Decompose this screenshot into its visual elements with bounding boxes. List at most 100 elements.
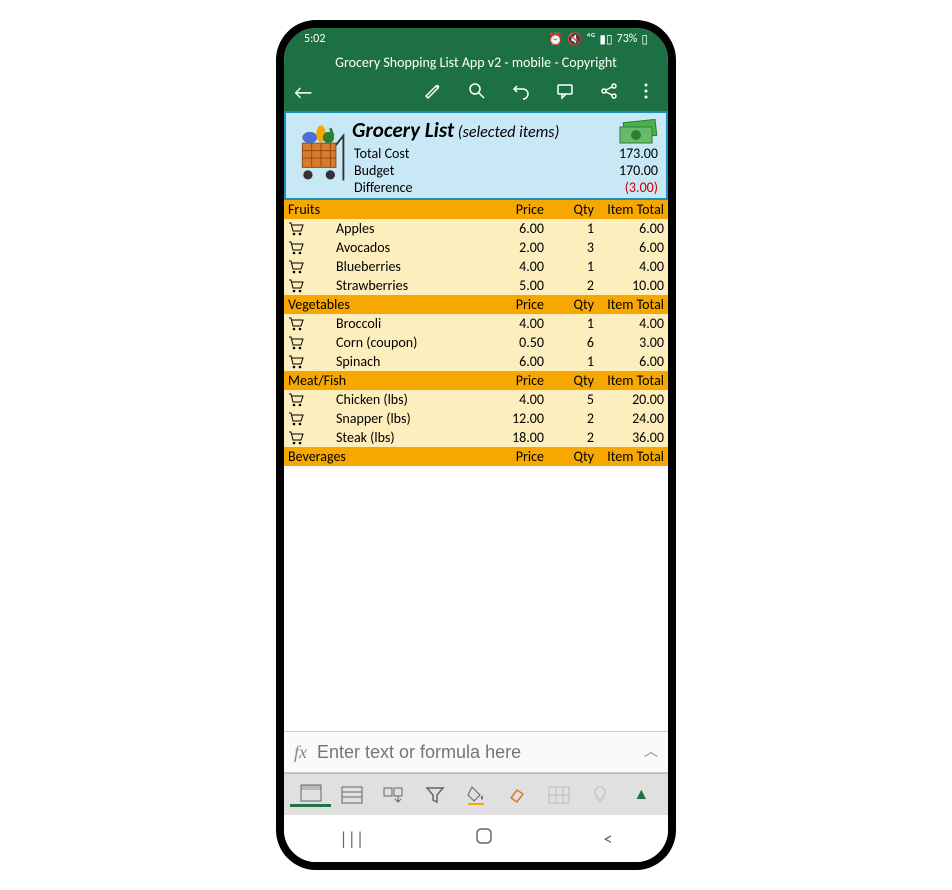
mute-icon: 🔇 <box>567 32 582 47</box>
item-name: Apples <box>336 220 494 237</box>
item-price: 6.00 <box>494 220 544 237</box>
item-qty: 2 <box>544 429 594 446</box>
fx-label: fx <box>294 743 307 761</box>
list-title: Grocery List <box>352 117 454 143</box>
item-total: 20.00 <box>594 391 664 408</box>
table-icon[interactable] <box>538 784 579 806</box>
bottom-toolbar: ▲ <box>284 773 668 815</box>
android-back-button[interactable]: < <box>604 828 613 850</box>
item-qty: 1 <box>544 220 594 237</box>
item-row[interactable]: Snapper (lbs)12.00224.00 <box>284 409 668 428</box>
item-price: 2.00 <box>494 239 544 256</box>
fill-color-icon[interactable] <box>455 783 496 807</box>
money-icon <box>618 119 658 150</box>
item-qty: 5 <box>544 391 594 408</box>
draw-icon[interactable] <box>424 82 442 105</box>
item-row[interactable]: Chicken (lbs)4.00520.00 <box>284 390 668 409</box>
item-name: Blueberries <box>336 258 494 275</box>
col-total-label: Item Total <box>594 448 664 465</box>
spreadsheet-area[interactable]: Grocery List (selected items) Total Cost… <box>284 111 668 731</box>
phone-frame: 5:02 ⏰ 🔇 ⁴ᴳ ▮▯ 73% ▯ Grocery Shopping Li… <box>276 20 676 870</box>
item-name: Snapper (lbs) <box>336 410 494 427</box>
cart-item-icon <box>288 279 336 293</box>
col-price-label: Price <box>494 201 544 218</box>
item-row[interactable]: Spinach6.0016.00 <box>284 352 668 371</box>
clear-icon[interactable] <box>497 784 538 806</box>
undo-icon[interactable] <box>512 82 530 105</box>
item-total: 36.00 <box>594 429 664 446</box>
menu-expand-icon[interactable]: ▲ <box>621 783 662 806</box>
item-price: 12.00 <box>494 410 544 427</box>
category-header[interactable]: BeveragesPriceQtyItem Total <box>284 447 668 466</box>
cart-item-icon <box>288 431 336 445</box>
difference-row: Difference (3.00) <box>352 179 660 196</box>
data-rows-area[interactable]: FruitsPriceQtyItem TotalApples6.0016.00A… <box>284 200 668 466</box>
top-toolbar: ← <box>284 75 668 111</box>
col-price-label: Price <box>494 372 544 389</box>
item-row[interactable]: Steak (lbs)18.00236.00 <box>284 428 668 447</box>
item-qty: 6 <box>544 334 594 351</box>
android-nav-bar: ||| < <box>284 815 668 862</box>
item-total: 6.00 <box>594 239 664 256</box>
app-title: Grocery Shopping List App v2 - mobile - … <box>284 50 668 75</box>
data-icon: ⁴ᴳ <box>586 32 595 46</box>
cart-item-icon <box>288 241 336 255</box>
item-qty: 1 <box>544 353 594 370</box>
item-row[interactable]: Strawberries5.00210.00 <box>284 276 668 295</box>
card-view-icon[interactable] <box>290 782 331 807</box>
item-total: 3.00 <box>594 334 664 351</box>
comment-icon[interactable] <box>556 82 574 105</box>
sort-icon[interactable] <box>373 784 414 806</box>
col-qty-label: Qty <box>544 448 594 465</box>
formula-bar[interactable]: fx ︿ <box>284 731 668 773</box>
budget-row: Budget 170.00 <box>352 162 660 179</box>
difference-value: (3.00) <box>625 179 658 196</box>
list-view-icon[interactable] <box>331 784 372 806</box>
cart-item-icon <box>288 222 336 236</box>
search-icon[interactable] <box>468 82 486 105</box>
item-row[interactable]: Corn (coupon)0.5063.00 <box>284 333 668 352</box>
item-price: 6.00 <box>494 353 544 370</box>
status-icons: ⏰ 🔇 ⁴ᴳ ▮▯ 73% ▯ <box>548 32 648 47</box>
share-icon[interactable] <box>600 82 618 105</box>
item-name: Corn (coupon) <box>336 334 494 351</box>
item-row[interactable]: Broccoli4.0014.00 <box>284 314 668 333</box>
cart-item-icon <box>288 317 336 331</box>
filter-icon[interactable] <box>414 784 455 806</box>
item-total: 4.00 <box>594 258 664 275</box>
back-button[interactable]: ← <box>294 81 312 105</box>
category-header[interactable]: Meat/FishPriceQtyItem Total <box>284 371 668 390</box>
item-row[interactable]: Blueberries4.0014.00 <box>284 257 668 276</box>
budget-value: 170.00 <box>619 162 658 179</box>
ideas-icon[interactable] <box>579 783 620 807</box>
formula-input[interactable] <box>317 742 644 763</box>
item-total: 24.00 <box>594 410 664 427</box>
item-total: 10.00 <box>594 277 664 294</box>
list-subtitle: (selected items) <box>458 123 560 142</box>
item-total: 6.00 <box>594 353 664 370</box>
item-row[interactable]: Apples6.0016.00 <box>284 219 668 238</box>
col-qty-label: Qty <box>544 372 594 389</box>
cart-item-icon <box>288 355 336 369</box>
home-button[interactable] <box>475 827 493 850</box>
category-header[interactable]: FruitsPriceQtyItem Total <box>284 200 668 219</box>
total-cost-row: Total Cost 173.00 <box>352 145 660 162</box>
difference-label: Difference <box>354 179 413 196</box>
cart-item-icon <box>288 336 336 350</box>
item-qty: 2 <box>544 410 594 427</box>
empty-cells-area[interactable] <box>284 466 668 732</box>
item-name: Avocados <box>336 239 494 256</box>
col-qty-label: Qty <box>544 201 594 218</box>
item-total: 4.00 <box>594 315 664 332</box>
recent-apps-button[interactable]: ||| <box>339 828 364 850</box>
category-header[interactable]: VegetablesPriceQtyItem Total <box>284 295 668 314</box>
category-name: Meat/Fish <box>288 372 494 389</box>
list-header-box: Grocery List (selected items) Total Cost… <box>284 111 668 200</box>
item-price: 18.00 <box>494 429 544 446</box>
expand-formula-icon[interactable]: ︿ <box>644 745 658 759</box>
shopping-cart-icon <box>292 117 352 187</box>
more-icon[interactable] <box>644 82 648 105</box>
item-row[interactable]: Avocados2.0036.00 <box>284 238 668 257</box>
category-name: Beverages <box>288 448 494 465</box>
item-price: 4.00 <box>494 315 544 332</box>
